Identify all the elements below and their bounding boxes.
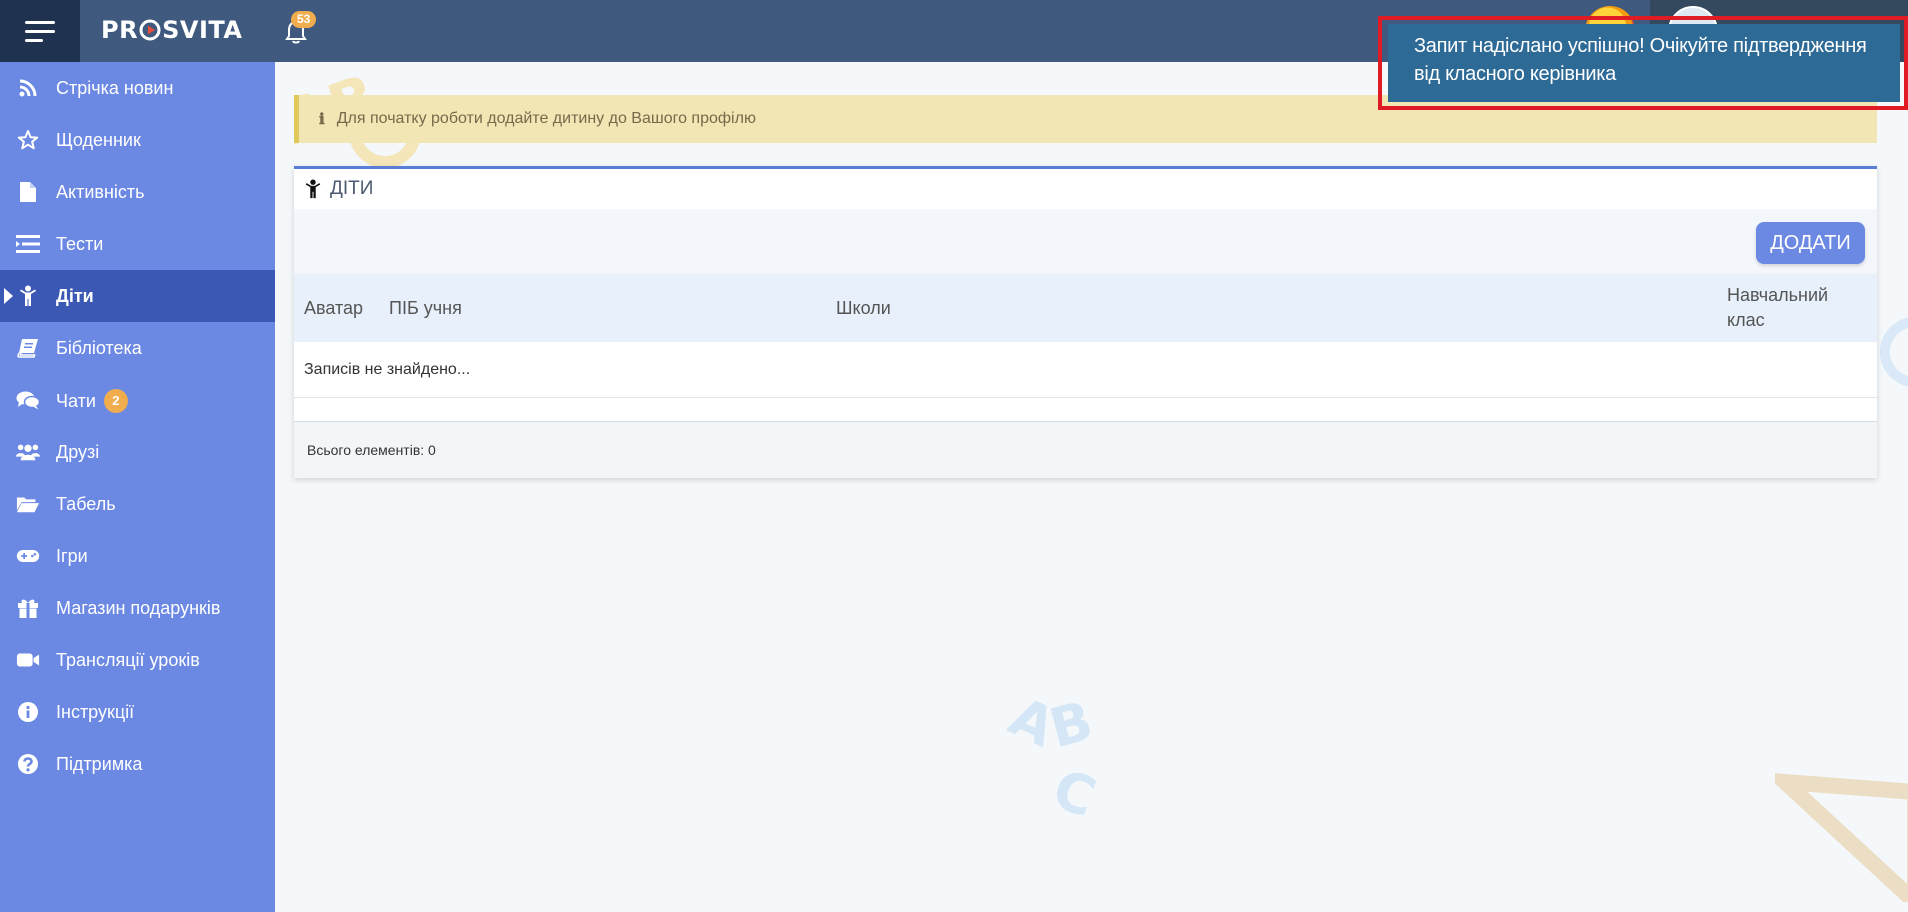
sidebar-item-gift-shop[interactable]: Магазин подарунків xyxy=(0,582,275,634)
main-content: AB A B C ℹ Для початку роботи додайте ди… xyxy=(275,62,1908,912)
sidebar-item-children[interactable]: Діти xyxy=(0,270,275,322)
sidebar-item-chats[interactable]: Чати 2 xyxy=(0,374,275,426)
sidebar-item-news-feed[interactable]: Стрічка новин xyxy=(0,62,275,114)
sidebar-item-games[interactable]: Ігри xyxy=(0,530,275,582)
active-indicator xyxy=(4,288,13,304)
sidebar-item-instructions[interactable]: Інструкції xyxy=(0,686,275,738)
column-header-schools[interactable]: Школи xyxy=(836,274,891,342)
book-icon xyxy=(16,337,40,359)
list-icon xyxy=(16,233,40,255)
file-icon xyxy=(16,181,40,203)
sidebar-item-support[interactable]: Підтримка xyxy=(0,738,275,790)
chats-unread-badge: 2 xyxy=(103,389,128,413)
toast-message: Запит надіслано успішно! Очікуйте підтве… xyxy=(1414,35,1867,85)
rss-icon xyxy=(16,77,40,99)
notifications-count-badge: 53 xyxy=(291,11,317,28)
add-child-button[interactable]: ДОДАТИ xyxy=(1756,222,1865,264)
svg-text:B: B xyxy=(1043,689,1099,761)
info-circle-icon xyxy=(16,701,40,723)
table-empty-row: Записів не знайдено... xyxy=(294,342,1877,398)
users-icon xyxy=(16,441,40,463)
column-header-student-name[interactable]: ПІБ учня xyxy=(389,274,462,342)
hamburger-icon xyxy=(25,20,55,24)
menu-toggle-button[interactable] xyxy=(0,0,80,62)
sidebar-item-library[interactable]: Бібліотека xyxy=(0,322,275,374)
folder-open-icon xyxy=(16,493,40,515)
total-count: Всього елементів: 0 xyxy=(307,442,436,458)
column-header-class[interactable]: Навчальний клас xyxy=(1727,274,1857,342)
prosvita-logo[interactable]: PR SVITA xyxy=(101,16,242,44)
sidebar-item-report-card[interactable]: Табель xyxy=(0,478,275,530)
info-icon: ℹ xyxy=(319,110,325,128)
play-logo-icon xyxy=(139,19,161,41)
ruler-triangle-doodle-icon xyxy=(1775,773,1908,902)
panel-header: ДІТИ xyxy=(294,169,1877,209)
sidebar-item-lesson-broadcasts[interactable]: Трансляції уроків xyxy=(0,634,275,686)
sidebar-item-friends[interactable]: Друзі xyxy=(0,426,275,478)
chat-icon xyxy=(16,389,40,411)
svg-text:C: C xyxy=(1045,757,1104,830)
children-panel: ДІТИ ДОДАТИ Аватар ПІБ учня Школи Навчал… xyxy=(294,166,1877,478)
success-toast[interactable]: Запит надіслано успішно! Очікуйте підтве… xyxy=(1388,24,1900,102)
table-footer: Всього елементів: 0 xyxy=(294,421,1877,478)
svg-text:A: A xyxy=(1000,685,1065,760)
star-icon xyxy=(16,129,40,151)
table-header: Аватар ПІБ учня Школи Навчальний клас xyxy=(294,274,1877,342)
gift-icon xyxy=(16,597,40,619)
sidebar-nav: Стрічка новин Щоденник Активність Тести … xyxy=(0,62,275,912)
gamepad-icon xyxy=(16,545,40,567)
question-circle-icon xyxy=(16,753,40,775)
child-icon xyxy=(305,179,321,199)
panel-title: ДІТИ xyxy=(330,178,374,199)
child-icon xyxy=(16,285,40,307)
sidebar-item-tests[interactable]: Тести xyxy=(0,218,275,270)
sidebar-item-diary[interactable]: Щоденник xyxy=(0,114,275,166)
abc-doodle-icon: A B C xyxy=(1000,685,1104,830)
panel-toolbar: ДОДАТИ xyxy=(294,209,1877,274)
video-camera-icon xyxy=(16,649,40,671)
sidebar-item-activity[interactable]: Активність xyxy=(0,166,275,218)
column-header-avatar[interactable]: Аватар xyxy=(304,274,363,342)
letter-doodle-icon xyxy=(1880,317,1908,387)
